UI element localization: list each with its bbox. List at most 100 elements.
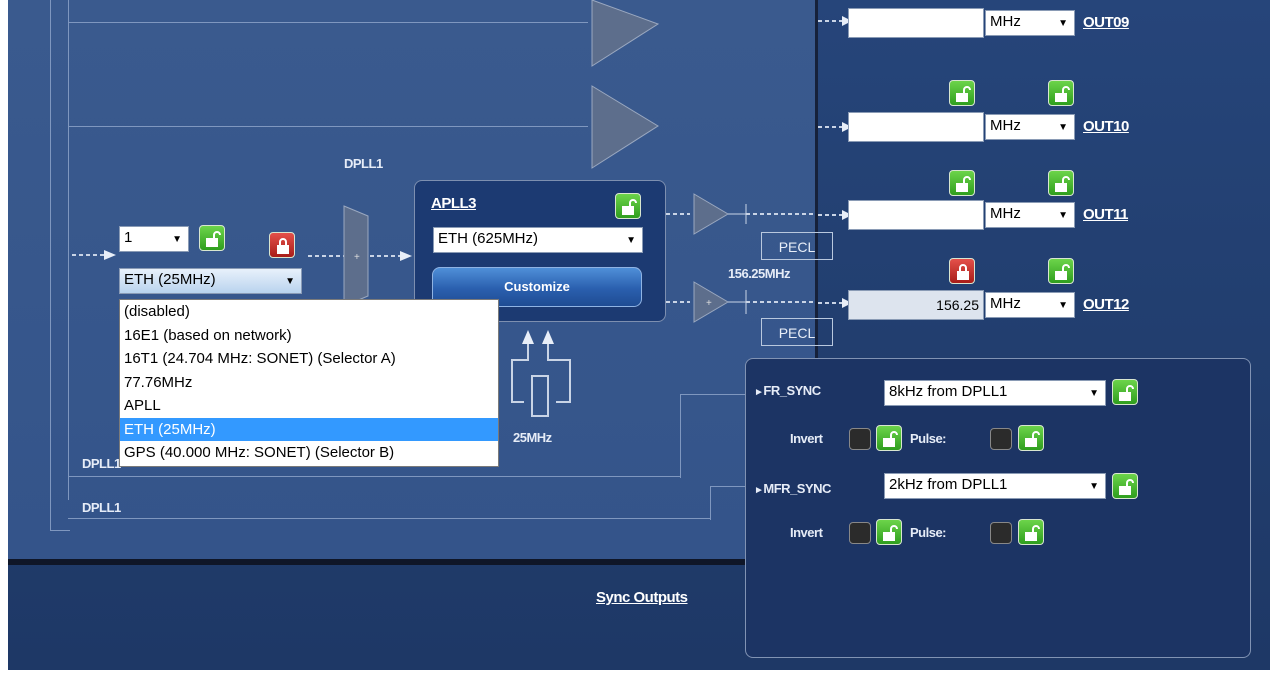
signal-line-out10 [68, 126, 588, 127]
buffer-out09-icon [591, 0, 660, 67]
out11-driver-badge: PECL [761, 232, 833, 260]
chevron-down-icon: ▼ [1089, 388, 1099, 399]
lock-open-icon[interactable] [1048, 258, 1074, 284]
mfr-sync-select[interactable]: 2kHz from DPLL1 ▼ [884, 473, 1106, 499]
source-select-value: ETH (25MHz) [124, 271, 216, 288]
out10-freq-field[interactable] [848, 112, 984, 142]
sync-outputs-panel: ►FR_SYNC 8kHz from DPLL1 ▼ Invert Pulse: … [745, 358, 1251, 658]
svg-text:+: + [706, 298, 712, 309]
chevron-down-icon: ▼ [172, 234, 182, 245]
lock-open-icon[interactable] [1048, 170, 1074, 196]
fr-route-line [68, 476, 680, 477]
lock-open-icon[interactable] [199, 225, 225, 251]
input-arrow-icon [72, 250, 116, 260]
out11-freq-field[interactable] [848, 200, 984, 230]
lock-open-icon[interactable] [1112, 379, 1138, 405]
dropdown-option[interactable]: (disabled) [120, 300, 498, 324]
lock-open-icon[interactable] [876, 519, 902, 545]
mux-icon: + [308, 205, 412, 307]
fr-sync-text: FR_SYNC [763, 383, 821, 398]
lock-open-icon[interactable] [949, 80, 975, 106]
out12-driver-badge: PECL [761, 318, 833, 346]
priority-value: 1 [124, 229, 133, 246]
mfr-pulse-label: Pulse: [910, 525, 947, 540]
dropdown-option-selected[interactable]: ETH (25MHz) [120, 417, 498, 441]
out09-link[interactable]: OUT09 [1083, 14, 1129, 31]
lock-open-icon[interactable] [949, 170, 975, 196]
out12-link[interactable]: OUT12 [1083, 296, 1129, 313]
mfr-pulse-checkbox[interactable] [990, 522, 1012, 544]
mfr-route-vert [710, 486, 711, 520]
source-select[interactable]: ETH (25MHz) ▼ [119, 268, 302, 294]
mfr-invert-label: Invert [790, 525, 823, 540]
svg-text:+: + [354, 252, 360, 263]
out12-freq-label: 156.25MHz [728, 266, 790, 281]
lock-open-icon[interactable] [1048, 80, 1074, 106]
fr-sync-select[interactable]: 8kHz from DPLL1 ▼ [884, 380, 1106, 406]
chevron-down-icon: ▼ [1058, 300, 1068, 311]
buffer-out10-icon [591, 85, 659, 169]
block-diagram-canvas: DPLL1 1 ▼ ETH (25MHz) ▼ + 25MHz APLL3 ET… [8, 0, 1270, 670]
mfr-route-line [68, 518, 710, 519]
bus-line-left [50, 0, 51, 530]
out12-unit-select[interactable]: MHz ▼ [985, 292, 1075, 318]
dpll1-label: DPLL1 [344, 156, 383, 171]
bus-line-foot [50, 530, 70, 531]
fr-sync-label: ►FR_SYNC [754, 383, 821, 398]
fr-pulse-checkbox[interactable] [990, 428, 1012, 450]
chevron-down-icon: ▼ [1058, 18, 1068, 29]
lock-open-icon[interactable] [1112, 473, 1138, 499]
dropdown-option[interactable]: 77.76MHz [120, 371, 498, 395]
dropdown-option[interactable]: 16E1 (based on network) [120, 324, 498, 348]
fr-sync-value: 8kHz from DPLL1 [889, 383, 1008, 400]
fr-route-vert [680, 394, 681, 478]
dropdown-option[interactable]: APLL [120, 394, 498, 418]
bus-line-inner [68, 0, 69, 500]
out12-freq-field[interactable]: 156.25 [848, 290, 984, 320]
out11-link[interactable]: OUT11 [1083, 206, 1129, 223]
out09-freq-field[interactable] [848, 8, 984, 38]
fr-invert-checkbox[interactable] [849, 428, 871, 450]
chevron-down-icon: ▼ [285, 276, 295, 287]
lock-open-icon[interactable] [876, 425, 902, 451]
dropdown-option[interactable]: 16T1 (24.704 MHz: SONET) (Selector A) [120, 347, 498, 371]
source-dropdown-list[interactable]: (disabled) 16E1 (based on network) 16T1 … [119, 299, 499, 467]
chevron-down-icon: ▼ [1058, 210, 1068, 221]
apll-title[interactable]: APLL3 [431, 195, 477, 212]
mfr-sync-label: ►MFR_SYNC [754, 481, 831, 496]
apll-source-value: ETH (625MHz) [438, 230, 539, 247]
out09-unit-select[interactable]: MHz ▼ [985, 10, 1075, 36]
lock-closed-icon[interactable] [949, 258, 975, 284]
mfr-invert-checkbox[interactable] [849, 522, 871, 544]
chevron-down-icon: ▼ [626, 235, 636, 246]
out11-unit-select[interactable]: MHz ▼ [985, 202, 1075, 228]
mfr-sync-value: 2kHz from DPLL1 [889, 476, 1008, 493]
arrow-right-icon: ► [754, 387, 764, 398]
crystal-icon [511, 330, 571, 417]
unit-value: MHz [990, 117, 1021, 134]
crystal-freq-label: 25MHz [513, 430, 552, 445]
fr-invert-label: Invert [790, 431, 823, 446]
arrow-right-icon: ► [754, 485, 764, 496]
dpll1-label-fr: DPLL1 [82, 456, 121, 471]
signal-line-out09 [68, 22, 588, 23]
dpll1-label-mfr: DPLL1 [82, 500, 121, 515]
unit-value: MHz [990, 205, 1021, 222]
lock-open-icon[interactable] [1018, 519, 1044, 545]
priority-select[interactable]: 1 ▼ [119, 226, 189, 252]
sync-outputs-link[interactable]: Sync Outputs [596, 589, 688, 606]
fr-pulse-label: Pulse: [910, 431, 947, 446]
lock-open-icon[interactable] [1018, 425, 1044, 451]
unit-value: MHz [990, 13, 1021, 30]
apll-source-select[interactable]: ETH (625MHz) ▼ [433, 227, 643, 253]
out10-unit-select[interactable]: MHz ▼ [985, 114, 1075, 140]
dropdown-option[interactable]: GPS (40.000 MHz: SONET) (Selector B) [120, 441, 498, 465]
out10-link[interactable]: OUT10 [1083, 118, 1129, 135]
chevron-down-icon: ▼ [1058, 122, 1068, 133]
unit-value: MHz [990, 295, 1021, 312]
clock-path-panel: DPLL1 1 ▼ ETH (25MHz) ▼ + 25MHz APLL3 ET… [8, 0, 818, 565]
mfr-sync-text: MFR_SYNC [763, 481, 831, 496]
chevron-down-icon: ▼ [1089, 481, 1099, 492]
lock-open-icon[interactable] [615, 193, 641, 219]
lock-closed-icon[interactable] [269, 232, 295, 258]
